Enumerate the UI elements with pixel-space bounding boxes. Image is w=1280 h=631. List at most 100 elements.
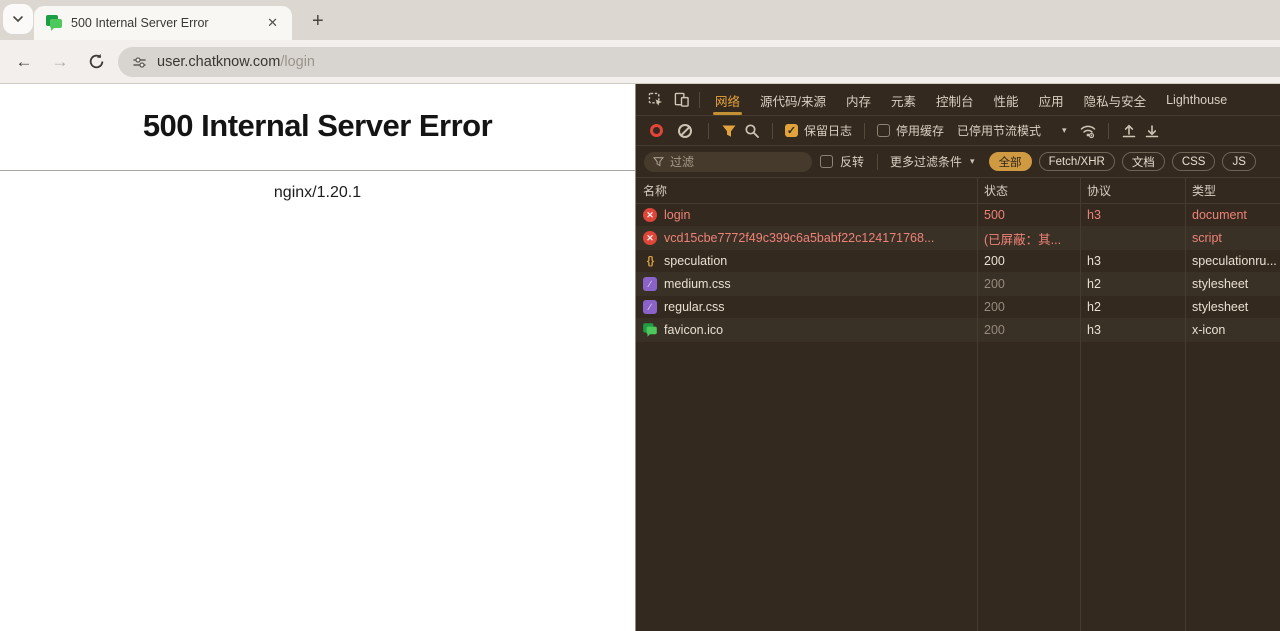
network-request-row[interactable]: ✕vcd15cbe7772f49c399c6a5babf22c124171768… [636, 227, 1280, 250]
site-favicon-icon [643, 323, 657, 337]
request-name[interactable]: favicon.ico [636, 323, 977, 337]
filter-placeholder: 过滤 [670, 153, 694, 170]
stylesheet-file-icon: ∕ [643, 300, 657, 314]
devtools-tab-7[interactable]: 应用 [1029, 84, 1074, 116]
throttling-chevron-icon[interactable]: ▾ [1062, 125, 1067, 136]
network-request-row[interactable]: ✕login500h3document [636, 204, 1280, 227]
filter-input[interactable]: 过滤 [644, 152, 812, 172]
more-filters-button[interactable]: 更多过滤条件 [890, 153, 962, 170]
column-header-type[interactable]: 类型 [1185, 182, 1280, 199]
request-status: 200 [977, 300, 1080, 314]
network-filter-bar: 过滤 反转 更多过滤条件 ▾ 全部 Fetch/XHR 文档 CSS JS [636, 146, 1280, 178]
request-failed-icon: ✕ [643, 231, 657, 245]
column-divider[interactable] [977, 178, 978, 631]
site-info-icon[interactable] [132, 55, 147, 70]
network-request-row[interactable]: ∕regular.css200h2stylesheet [636, 296, 1280, 319]
devtools-tab-1[interactable]: 网络 [705, 84, 750, 116]
search-icon[interactable] [744, 123, 760, 139]
stylesheet-file-icon: ∕ [643, 277, 657, 291]
column-header-status[interactable]: 状态 [977, 182, 1080, 199]
url-host: user.chatknow.com [157, 54, 280, 70]
filter-icon [653, 156, 664, 167]
column-divider[interactable] [1185, 178, 1186, 631]
request-status: 200 [977, 277, 1080, 291]
request-type: stylesheet [1185, 277, 1280, 291]
tab-close-icon[interactable]: ✕ [263, 15, 282, 31]
request-protocol: h2 [1080, 277, 1185, 291]
request-type: speculationru... [1185, 254, 1280, 268]
browser-toolbar: ← → user.chatknow.com/login [0, 40, 1280, 84]
record-network-log-icon[interactable] [650, 124, 663, 137]
more-filters-chevron-icon[interactable]: ▾ [970, 156, 975, 167]
request-name-text: speculation [664, 254, 727, 268]
address-bar[interactable]: user.chatknow.com/login [118, 47, 1280, 77]
request-name[interactable]: ✕ login [636, 208, 977, 222]
reload-button[interactable] [82, 48, 110, 76]
url-text: user.chatknow.com/login [157, 54, 315, 70]
filter-chip-3[interactable]: 文档 [1122, 152, 1165, 171]
request-name[interactable]: ∕ regular.css [636, 300, 977, 314]
content-area: 500 Internal Server Error nginx/1.20.1 网… [0, 84, 1280, 631]
network-request-row[interactable]: ∕medium.css200h2stylesheet [636, 273, 1280, 296]
filter-chip-2[interactable]: Fetch/XHR [1039, 152, 1115, 171]
invert-filter-checkbox[interactable] [820, 155, 833, 168]
import-har-icon[interactable] [1121, 123, 1137, 139]
devtools-tab-2[interactable]: 源代码/来源 [750, 84, 836, 116]
request-status: (已屏蔽：其... [977, 229, 1080, 248]
url-path: /login [280, 54, 315, 70]
preserve-log-checkbox[interactable]: ✓ [785, 124, 798, 137]
browser-window: 500 Internal Server Error ✕ + ← → user.c… [0, 0, 1280, 631]
request-protocol: h3 [1080, 208, 1185, 222]
column-header-name[interactable]: 名称 [636, 182, 977, 199]
filter-chip-1[interactable]: 全部 [989, 152, 1032, 171]
invert-filter-label[interactable]: 反转 [840, 153, 864, 170]
devtools-tab-5[interactable]: 控制台 [926, 84, 984, 116]
disable-cache-label[interactable]: 停用缓存 [896, 122, 944, 139]
network-request-row[interactable]: {}speculation200h3speculationru... [636, 250, 1280, 273]
back-button[interactable]: ← [10, 48, 38, 76]
new-tab-button[interactable]: + [306, 8, 330, 34]
script-file-icon: {} [643, 254, 657, 268]
filter-icon[interactable] [721, 123, 737, 139]
request-name-text: favicon.ico [664, 323, 723, 337]
divider [877, 154, 878, 170]
devtools-tab-4[interactable]: 元素 [881, 84, 926, 116]
device-toolbar-icon[interactable] [668, 87, 694, 113]
filter-chip-5[interactable]: JS [1222, 152, 1255, 171]
disable-cache-checkbox[interactable] [877, 124, 890, 137]
export-har-icon[interactable] [1144, 123, 1160, 139]
divider [772, 123, 773, 139]
request-type: document [1185, 208, 1280, 222]
request-name-text: regular.css [664, 300, 724, 314]
column-divider[interactable] [1080, 178, 1081, 631]
filter-chip-4[interactable]: CSS [1172, 152, 1216, 171]
clear-network-log-icon[interactable] [678, 124, 692, 138]
column-header-protocol[interactable]: 协议 [1080, 182, 1185, 199]
request-status: 200 [977, 254, 1080, 268]
tab-list-chevron-button[interactable] [3, 4, 33, 34]
request-name-text: login [664, 208, 690, 222]
request-failed-icon: ✕ [643, 208, 657, 222]
network-request-row[interactable]: favicon.ico200h3x-icon [636, 319, 1280, 342]
network-conditions-icon[interactable] [1080, 123, 1096, 139]
devtools-tab-3[interactable]: 内存 [836, 84, 881, 116]
request-protocol: h2 [1080, 300, 1185, 314]
devtools-tab-6[interactable]: 性能 [984, 84, 1029, 116]
request-protocol: h3 [1080, 323, 1185, 337]
devtools-tab-9[interactable]: Lighthouse [1156, 84, 1237, 116]
tab-title: 500 Internal Server Error [71, 16, 254, 30]
preserve-log-label[interactable]: 保留日志 [804, 122, 852, 139]
divider [708, 123, 709, 139]
divider [699, 92, 700, 108]
divider [1108, 123, 1109, 139]
request-type: script [1185, 231, 1280, 245]
divider [864, 123, 865, 139]
devtools-tab-8[interactable]: 隐私与安全 [1074, 84, 1157, 116]
browser-tab[interactable]: 500 Internal Server Error ✕ [34, 6, 292, 40]
chevron-down-icon [12, 13, 24, 25]
request-name[interactable]: ✕vcd15cbe7772f49c399c6a5babf22c124171768… [636, 231, 977, 245]
throttling-select[interactable]: 已停用节流模式 [957, 122, 1041, 139]
request-name[interactable]: ∕medium.css [636, 277, 977, 291]
request-name[interactable]: {} speculation [636, 254, 977, 268]
inspect-element-icon[interactable] [642, 87, 668, 113]
